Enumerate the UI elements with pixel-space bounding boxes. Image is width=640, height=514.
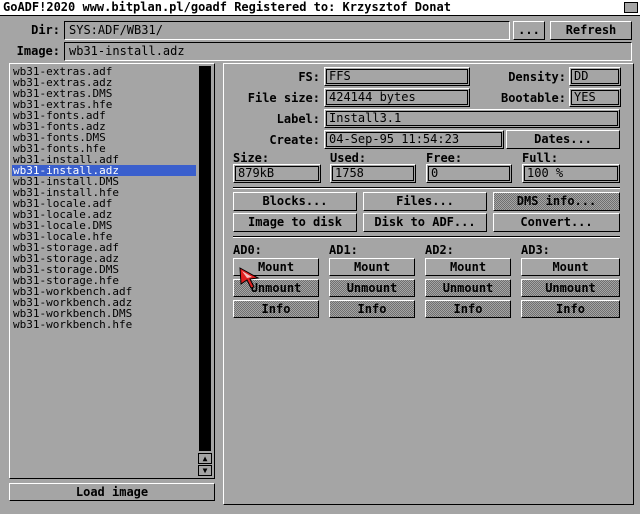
list-item[interactable]: wb31-install.adz [12,165,196,176]
disk-to-adf-button[interactable]: Disk to ADF... [363,213,487,232]
create-value: 04-Sep-95 11:54:23 [324,130,504,149]
file-list[interactable]: wb31-extras.adf wb31-extras.adz wb31-extra… [9,63,215,479]
list-item[interactable]: wb31-fonts.DMS [12,132,196,143]
scroll-up-icon[interactable]: ▲ [198,453,212,464]
list-item[interactable]: wb31-fonts.adz [12,121,196,132]
dms-info-button[interactable]: DMS info... [493,192,620,211]
window-title: GoADF!2020 www.bitplan.pl/goadf Register… [3,0,451,14]
drive-label-ad2: AD2: [425,243,454,257]
dates-button[interactable]: Dates... [506,130,620,149]
divider [233,187,620,189]
list-item[interactable]: wb31-storage.adz [12,253,196,264]
depth-gadget-icon[interactable] [624,2,638,13]
filesize-label: File size: [247,91,320,105]
title-bar[interactable]: GoADF!2020 www.bitplan.pl/goadf Register… [0,0,640,16]
file-list-items: wb31-extras.adf wb31-extras.adz wb31-extra… [12,66,196,330]
bootable-label: Bootable: [500,91,566,105]
density-value: DD [569,67,621,86]
convert-button[interactable]: Convert... [493,213,620,232]
full-value: 100 % [522,164,620,183]
drive-label-ad1: AD1: [329,243,358,257]
bootable-value: YES [569,88,621,107]
image-label: Image: [16,44,60,58]
list-item[interactable]: wb31-locale.DMS [12,220,196,231]
drive-label-ad0: AD0: [233,243,262,257]
list-item[interactable]: wb31-storage.adf [12,242,196,253]
refresh-button[interactable]: Refresh [550,21,632,40]
list-item[interactable]: wb31-locale.hfe [12,231,196,242]
list-item[interactable]: wb31-extras.adf [12,66,196,77]
info-ad2-button[interactable]: Info [425,300,511,318]
info-ad3-button[interactable]: Info [521,300,620,318]
list-item[interactable]: wb31-workbench.hfe [12,319,196,330]
drive-label-ad3: AD3: [521,243,550,257]
list-item[interactable]: wb31-storage.hfe [12,275,196,286]
dir-label: Dir: [31,23,60,37]
dir-field[interactable]: SYS:ADF/WB31/ [64,21,510,40]
size-value: 879kB [233,164,321,183]
list-item[interactable]: wb31-install.hfe [12,187,196,198]
list-item[interactable]: wb31-locale.adf [12,198,196,209]
list-item[interactable]: wb31-workbench.DMS [12,308,196,319]
free-value: 0 [426,164,512,183]
mount-ad1-button[interactable]: Mount [329,258,415,276]
fs-value: FFS [324,67,470,86]
scrollbar-track[interactable] [199,66,211,451]
mouse-pointer-icon [239,267,260,289]
list-item[interactable]: wb31-extras.DMS [12,88,196,99]
list-item[interactable]: wb31-install.DMS [12,176,196,187]
unmount-ad3-button[interactable]: Unmount [521,279,620,297]
fs-label: FS: [298,70,320,84]
list-item[interactable]: wb31-workbench.adz [12,297,196,308]
used-value: 1758 [330,164,416,183]
scroll-down-icon[interactable]: ▼ [198,465,212,476]
list-item[interactable]: wb31-workbench.adf [12,286,196,297]
unmount-ad2-button[interactable]: Unmount [425,279,511,297]
mount-ad2-button[interactable]: Mount [425,258,511,276]
mount-ad3-button[interactable]: Mount [521,258,620,276]
browse-button[interactable]: ... [513,21,545,40]
unmount-ad1-button[interactable]: Unmount [329,279,415,297]
info-ad1-button[interactable]: Info [329,300,415,318]
list-item[interactable]: wb31-extras.hfe [12,99,196,110]
disk-label-value: Install3.1 [324,109,620,128]
list-item[interactable]: wb31-fonts.adf [12,110,196,121]
disk-label-label: Label: [276,112,320,126]
list-item[interactable]: wb31-extras.adz [12,77,196,88]
list-item[interactable]: wb31-install.adf [12,154,196,165]
list-item[interactable]: wb31-locale.adz [12,209,196,220]
image-field[interactable]: wb31-install.adz [64,42,632,61]
info-panel: FS: FFS Density: DD File size: 424144 by… [223,63,634,505]
load-image-button[interactable]: Load image [9,483,215,501]
files-button[interactable]: Files... [363,192,487,211]
density-label: Density: [508,70,566,84]
blocks-button[interactable]: Blocks... [233,192,357,211]
filesize-value: 424144 bytes [324,88,470,107]
image-to-disk-button[interactable]: Image to disk [233,213,357,232]
list-item[interactable]: wb31-fonts.hfe [12,143,196,154]
info-ad0-button[interactable]: Info [233,300,319,318]
divider [233,236,620,238]
list-item[interactable]: wb31-storage.DMS [12,264,196,275]
create-label: Create: [269,133,320,147]
